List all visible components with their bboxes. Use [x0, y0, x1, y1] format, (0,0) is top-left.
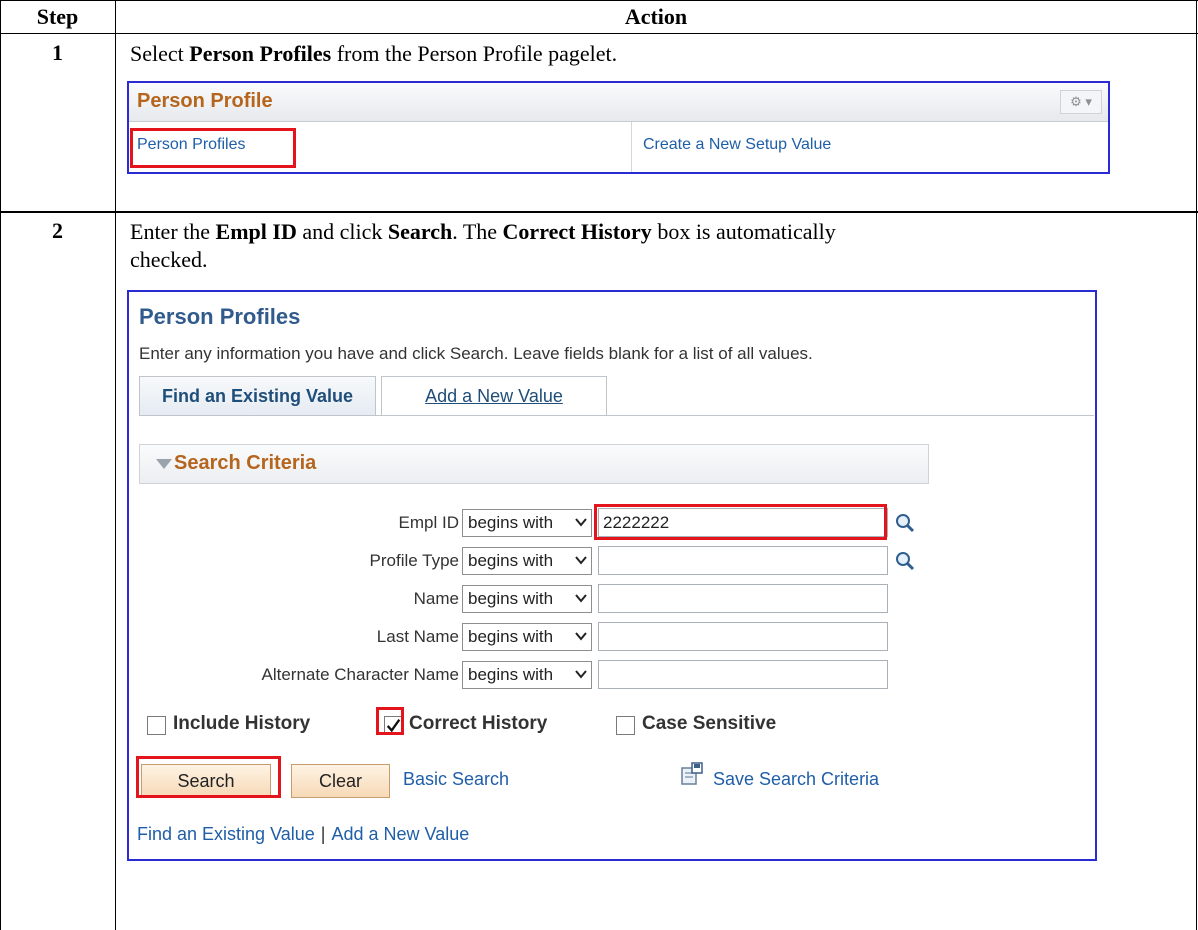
step-2-instruction: Enter the Empl ID and click Search. The …	[130, 219, 836, 272]
chevron-down-icon	[575, 594, 587, 603]
step-1-instruction: Select Person Profiles from the Person P…	[130, 41, 618, 66]
name-input[interactable]	[598, 584, 888, 613]
last-name-operator-select[interactable]: begins with	[462, 623, 592, 651]
chevron-down-icon	[575, 670, 587, 679]
pagelet-cell-divider	[631, 122, 632, 172]
alternate-character-name-input[interactable]	[598, 660, 888, 689]
collapse-triangle-icon[interactable]	[156, 459, 172, 469]
table-border-left	[0, 0, 1, 930]
name-operator-select[interactable]: begins with	[462, 585, 592, 613]
name-label: Name	[413, 589, 459, 608]
chevron-down-icon	[575, 556, 587, 565]
step-number-1: 1	[52, 40, 63, 65]
last-name-label: Last Name	[376, 627, 459, 646]
footer-links: Find an Existing Value | Add a New Value	[137, 824, 469, 845]
lookup-magnifier-icon[interactable]	[895, 513, 915, 533]
step-number-2: 2	[52, 218, 63, 243]
header-action: Action	[624, 4, 688, 29]
gear-icon[interactable]: ⚙ ▾	[1060, 90, 1102, 114]
alternate-character-name-label: Alternate Character Name	[261, 665, 459, 684]
chevron-down-icon	[575, 518, 587, 527]
table-row-divider	[0, 211, 1198, 213]
footer-separator: |	[320, 824, 326, 844]
tab-underline	[139, 415, 1094, 416]
header-step: Step	[36, 4, 79, 29]
case-sensitive-checkbox[interactable]	[616, 716, 635, 735]
profile-type-operator-select[interactable]: begins with	[462, 547, 592, 575]
table-border-right	[1196, 0, 1197, 930]
highlight-empl-id-input	[594, 504, 887, 540]
highlight-person-profiles	[130, 128, 296, 168]
table-column-divider	[115, 0, 116, 930]
pagelet-title: Person Profile	[137, 90, 273, 112]
profile-type-input[interactable]	[598, 546, 888, 575]
last-name-input[interactable]	[598, 622, 888, 651]
correct-history-label: Correct History	[409, 713, 548, 734]
clear-button[interactable]: Clear	[291, 764, 390, 798]
tab-add-new-value[interactable]: Add a New Value	[381, 376, 607, 416]
include-history-label: Include History	[173, 713, 311, 734]
chevron-down-icon	[575, 632, 587, 641]
basic-search-link[interactable]: Basic Search	[403, 769, 509, 790]
search-criteria-title: Search Criteria	[174, 452, 317, 474]
footer-find-existing-value-link[interactable]: Find an Existing Value	[137, 824, 315, 844]
save-search-icon[interactable]	[681, 762, 703, 786]
highlight-search-button	[136, 756, 281, 798]
highlight-correct-history-checkbox	[376, 707, 404, 735]
footer-add-new-value-link[interactable]: Add a New Value	[331, 824, 469, 844]
tab-find-existing-value[interactable]: Find an Existing Value	[139, 376, 376, 416]
alternate-character-name-operator-select[interactable]: begins with	[462, 661, 592, 689]
table-header-divider	[0, 33, 1198, 34]
save-search-criteria-link[interactable]: Save Search Criteria	[713, 769, 879, 790]
page-description: Enter any information you have and click…	[139, 344, 813, 363]
create-new-setup-value-link[interactable]: Create a New Setup Value	[643, 136, 831, 154]
include-history-checkbox[interactable]	[147, 716, 166, 735]
empl-id-label: Empl ID	[398, 513, 459, 532]
empl-id-operator-select[interactable]: begins with	[462, 509, 592, 537]
search-criteria-section[interactable]: Search Criteria	[139, 444, 929, 484]
case-sensitive-label: Case Sensitive	[642, 713, 777, 734]
lookup-magnifier-icon[interactable]	[895, 551, 915, 571]
instruction-table: Step Action 1 Select Person Profiles fro…	[0, 0, 1198, 930]
pagelet-header: Person Profile ⚙ ▾	[129, 83, 1108, 122]
page-title: Person Profiles	[139, 304, 301, 329]
table-border-top	[0, 0, 1198, 1]
profile-type-label: Profile Type	[369, 551, 459, 570]
